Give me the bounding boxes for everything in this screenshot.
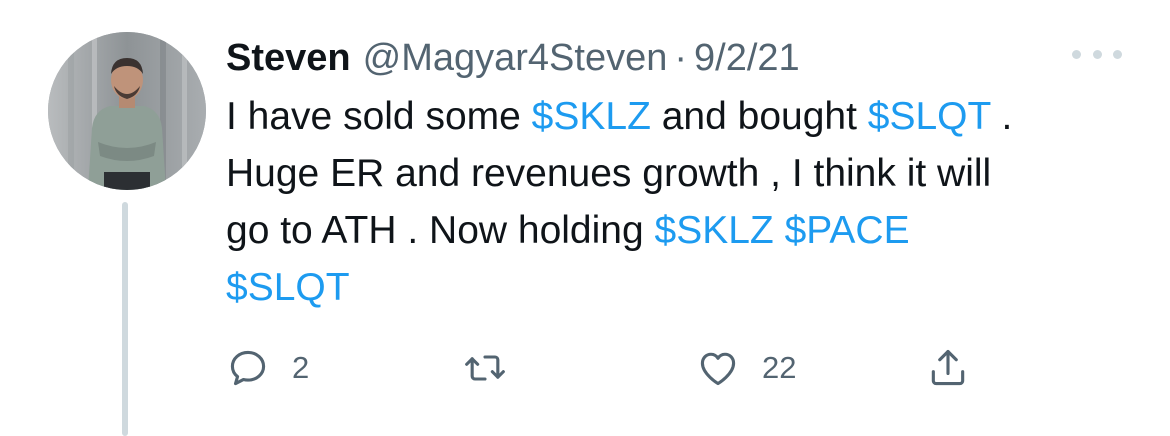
text-segment: go to ATH . Now holding (226, 209, 655, 252)
thread-connector-line (122, 202, 128, 436)
tweet-actions: 2 22 (226, 338, 986, 398)
retweet-icon (462, 346, 508, 390)
cashtag-link[interactable]: $PACE (785, 209, 910, 252)
share-icon (926, 346, 970, 390)
like-button[interactable]: 22 (696, 338, 796, 398)
text-segment: . (990, 95, 1013, 138)
cashtag-link[interactable]: $SKLZ (532, 95, 651, 138)
text-segment: and bought (650, 95, 868, 138)
header-separator: · (674, 37, 688, 79)
tweet-text: I have sold some $SKLZ and bought $SLQT … (226, 88, 1146, 316)
retweet-button[interactable] (462, 338, 530, 398)
heart-icon (696, 346, 740, 390)
author-handle[interactable]: @Magyar4Steven (363, 28, 668, 88)
author-name[interactable]: Steven (226, 28, 351, 88)
tweet-text-line: $SLQT (226, 259, 1146, 316)
reply-button[interactable]: 2 (226, 338, 309, 398)
cashtag-link[interactable]: $SKLZ (655, 209, 774, 252)
like-count: 22 (762, 350, 797, 385)
text-segment (774, 209, 785, 252)
reply-icon (226, 346, 270, 390)
cashtag-link[interactable]: $SLQT (868, 95, 991, 138)
tweet-header: Steven @Magyar4Steven · 9/2/21 (226, 28, 800, 88)
more-horizontal-icon[interactable] (1072, 44, 1122, 64)
avatar[interactable] (48, 32, 206, 190)
text-segment: I have sold some (226, 95, 532, 138)
tweet-text-line: Huge ER and revenues growth , I think it… (226, 145, 1146, 202)
share-button[interactable] (926, 338, 970, 398)
tweet-text-line: go to ATH . Now holding $SKLZ $PACE (226, 202, 1146, 259)
tweet-card[interactable]: Steven @Magyar4Steven · 9/2/21 I have so… (0, 0, 1170, 436)
reply-count: 2 (292, 350, 310, 385)
tweet-date[interactable]: 9/2/21 (694, 28, 800, 88)
cashtag-link[interactable]: $SLQT (226, 266, 350, 309)
tweet-text-line: I have sold some $SKLZ and bought $SLQT … (226, 88, 1146, 145)
text-segment: Huge ER and revenues growth , I think it… (226, 152, 992, 195)
